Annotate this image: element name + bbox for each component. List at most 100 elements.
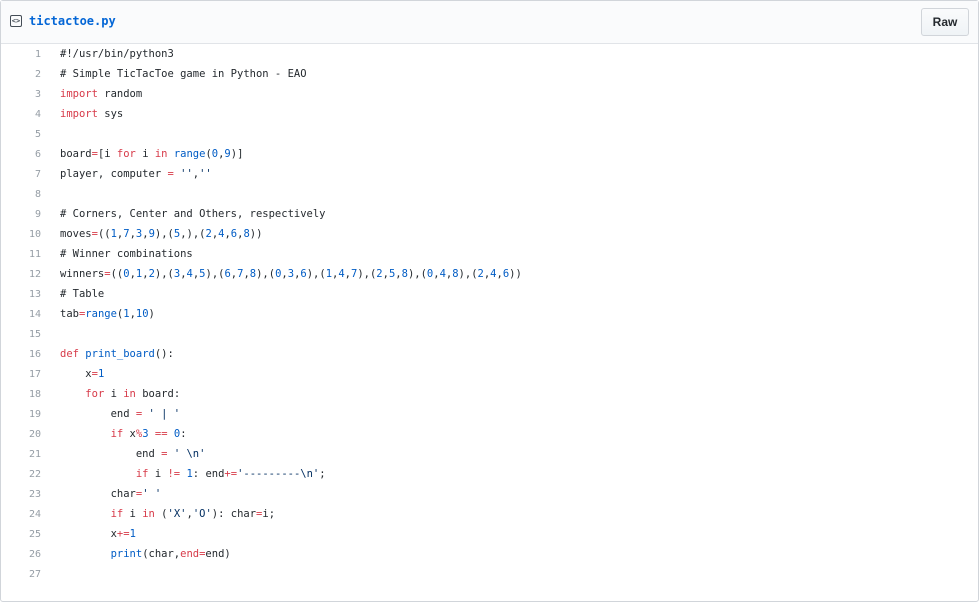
line-number[interactable]: 2 (1, 69, 41, 80)
code-listing: 1 #!/usr/bin/python3 2 # Simple TicTacToe g… (1, 44, 978, 584)
code-token: ) (148, 308, 155, 320)
line-number[interactable]: 4 (1, 109, 41, 120)
line-number[interactable]: 20 (1, 429, 41, 440)
line-number[interactable]: 26 (1, 549, 41, 560)
code-text: def print_board(): (41, 348, 174, 360)
line-number[interactable]: 23 (1, 489, 41, 500)
code-token: i (104, 388, 124, 400)
code-token: # Simple TicTacToe game in Python - EAO (60, 68, 307, 80)
line-number[interactable]: 10 (1, 229, 41, 240)
code-token: '' (199, 168, 212, 180)
line-number[interactable]: 17 (1, 369, 41, 380)
code-token: : end (192, 468, 225, 480)
code-text: import sys (41, 108, 123, 120)
code-token: '' (180, 168, 193, 180)
code-text: # Winner combinations (41, 248, 193, 260)
code-token: for (85, 388, 105, 400)
code-token: )] (230, 148, 244, 160)
code-token: (( (110, 268, 124, 280)
line-number[interactable]: 5 (1, 129, 41, 140)
code-token: in (154, 148, 168, 160)
line-number[interactable]: 21 (1, 449, 41, 460)
code-line: 10 moves=((1,7,3,9),(5,),(2,4,6,8)) (1, 224, 978, 244)
code-line: 12 winners=((0,1,2),(3,4,5),(6,7,8),(0,3,… (1, 264, 978, 284)
code-line: 25 x+=1 (1, 524, 978, 544)
line-number[interactable]: 11 (1, 249, 41, 260)
line-number[interactable]: 19 (1, 409, 41, 420)
code-token: x (123, 428, 136, 440)
line-number[interactable]: 6 (1, 149, 41, 160)
code-line: 14 tab=range(1,10) (1, 304, 978, 324)
line-number[interactable]: 25 (1, 529, 41, 540)
code-token: i (123, 508, 143, 520)
code-token: 10 (135, 308, 149, 320)
code-text: import random (41, 88, 142, 100)
line-number[interactable]: 13 (1, 289, 41, 300)
code-line: 4 import sys (1, 104, 978, 124)
code-token: (( (97, 228, 111, 240)
code-token: player, computer (60, 168, 168, 180)
code-token: range (173, 148, 206, 160)
code-token: range (85, 308, 117, 320)
line-number[interactable]: 9 (1, 209, 41, 220)
line-number[interactable]: 7 (1, 169, 41, 180)
code-token: += (224, 468, 238, 480)
code-line: 22 if i != 1: end+='---------\n'; (1, 464, 978, 484)
line-number[interactable]: 12 (1, 269, 41, 280)
code-token: ' \n' (173, 448, 206, 460)
code-token: if (135, 468, 149, 480)
code-token: ),( (357, 268, 377, 280)
line-number[interactable]: 3 (1, 89, 41, 100)
code-line: 1 #!/usr/bin/python3 (1, 44, 978, 64)
code-token: 'X' (167, 508, 187, 520)
code-token: x (60, 368, 92, 380)
code-text: # Simple TicTacToe game in Python - EAO (41, 68, 307, 80)
code-line: 17 x=1 (1, 364, 978, 384)
code-token: sys (97, 108, 124, 120)
code-text: moves=((1,7,3,9),(5,),(2,4,6,8)) (41, 228, 262, 240)
code-file-icon: <> (10, 15, 22, 27)
code-token: ),( (256, 268, 276, 280)
line-number[interactable]: 22 (1, 469, 41, 480)
code-token: random (97, 88, 143, 100)
file-name-link[interactable]: tictactoe.py (29, 14, 116, 28)
line-number[interactable]: 16 (1, 349, 41, 360)
raw-button[interactable]: Raw (921, 8, 969, 36)
code-token: # Corners, Center and Others, respective… (60, 208, 326, 220)
code-text: tab=range(1,10) (41, 308, 155, 320)
code-line: 8 (1, 184, 978, 204)
code-text: # Corners, Center and Others, respective… (41, 208, 326, 220)
code-line: 6 board=[i for i in range(0,9)] (1, 144, 978, 164)
code-token: print_board (85, 348, 155, 360)
line-number[interactable]: 27 (1, 569, 41, 580)
code-text: if x%3 == 0: (41, 428, 187, 440)
code-text: if i in ('X','O'): char=i; (41, 508, 275, 520)
code-token: end) (205, 548, 231, 560)
code-token: winners (60, 268, 105, 280)
line-number[interactable]: 8 (1, 189, 41, 200)
line-number[interactable]: 15 (1, 329, 41, 340)
code-token: [i (97, 148, 117, 160)
line-number[interactable]: 18 (1, 389, 41, 400)
code-line: 26 print(char,end=end) (1, 544, 978, 564)
code-text: player, computer = '','' (41, 168, 212, 180)
code-line: 9 # Corners, Center and Others, respectiv… (1, 204, 978, 224)
line-number[interactable]: 14 (1, 309, 41, 320)
code-token: == (154, 428, 168, 440)
code-text: end = ' | ' (41, 408, 181, 420)
code-token: ): char (211, 508, 257, 520)
code-line: 16 def print_board(): (1, 344, 978, 364)
file-header: <> tictactoe.py Raw (1, 1, 978, 44)
code-line: 20 if x%3 == 0: (1, 424, 978, 444)
code-token: != (167, 468, 181, 480)
code-text: x=1 (41, 368, 104, 380)
code-token: ),( (205, 268, 225, 280)
line-number[interactable]: 1 (1, 49, 41, 60)
code-token: ' ' (142, 488, 162, 500)
code-token: import (60, 88, 98, 100)
code-token: )) (249, 228, 263, 240)
code-token: # Winner combinations (60, 248, 193, 260)
line-number[interactable]: 24 (1, 509, 41, 520)
code-text: print(char,end=end) (41, 548, 231, 560)
